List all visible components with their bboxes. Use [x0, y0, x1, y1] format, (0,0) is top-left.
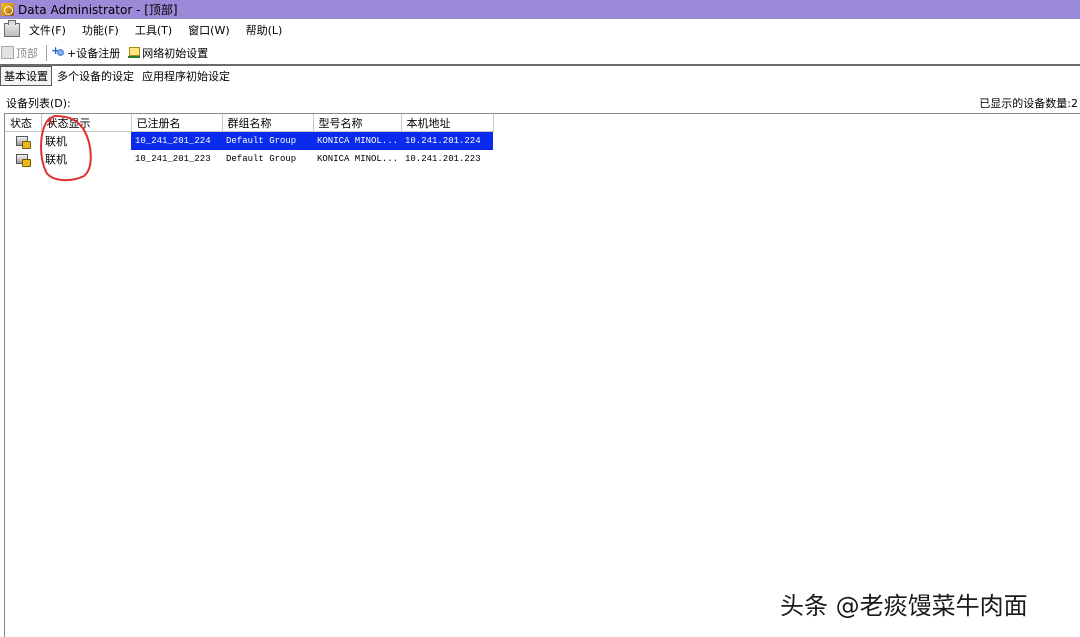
device-list-header: 设备列表(D): 已显示的设备数量:2	[0, 94, 1080, 112]
network-init-label: 网络初始设置	[142, 46, 209, 60]
network-icon	[128, 46, 141, 59]
status-display-cell: 联机	[45, 153, 67, 166]
tab-strip: 基本设置 多个设备的设定 应用程序初始设定	[0, 66, 1080, 86]
column-header-registered-name[interactable]: 已注册名	[131, 114, 223, 132]
registered-name-cell: 10_241_201_224	[131, 131, 222, 150]
model-name-cell: KONICA MINOL...	[317, 154, 399, 164]
top-button[interactable]: 顶部	[0, 45, 38, 61]
menu-function[interactable]: 功能(F)	[82, 22, 119, 38]
tab-multi-device-settings[interactable]: 多个设备的设定	[54, 67, 137, 85]
window-title: Data Administrator - [顶部]	[18, 3, 178, 17]
tab-basic-settings[interactable]: 基本设置	[0, 66, 52, 86]
menu-bar: 文件(F) 功能(F) 工具(T) 窗口(W) 帮助(L)	[0, 19, 1080, 41]
registered-name-cell: 10_241_201_223	[135, 154, 211, 164]
column-header-address[interactable]: 本机地址	[401, 114, 494, 132]
device-register-button[interactable]: +设备注册	[51, 44, 121, 61]
status-display-cell: 联机	[41, 131, 131, 150]
table-row[interactable]: 联机 10_241_201_224 Default Group KONICA M…	[5, 131, 493, 150]
model-name-cell: KONICA MINOL...	[313, 131, 401, 150]
device-online-icon	[15, 153, 31, 167]
status-cell	[5, 150, 41, 168]
column-header-status-display[interactable]: 状态显示	[41, 114, 132, 132]
device-online-icon	[15, 135, 31, 149]
watermark-text: 头条 @老痰馒菜牛肉面	[780, 592, 1028, 620]
top-icon	[1, 46, 14, 59]
menu-window[interactable]: 窗口(W)	[188, 22, 229, 38]
table-header-row: 状态 状态显示 已注册名 群组名称 型号名称 本机地址	[5, 114, 494, 132]
column-header-status[interactable]: 状态	[5, 114, 42, 132]
tab-app-initial-settings[interactable]: 应用程序初始设定	[139, 67, 233, 85]
top-button-label: 顶部	[16, 46, 38, 60]
group-name-cell: Default Group	[222, 131, 313, 150]
system-menu-icon[interactable]	[4, 20, 20, 37]
menu-file[interactable]: 文件(F)	[29, 22, 66, 38]
menu-tools[interactable]: 工具(T)	[135, 22, 172, 38]
device-list[interactable]: 状态 状态显示 已注册名 群组名称 型号名称 本机地址 联机 10_241_20…	[4, 113, 1080, 637]
address-cell: 10.241.201.223	[405, 154, 481, 164]
address-cell: 10.241.201.224	[401, 131, 493, 150]
status-cell	[5, 131, 41, 150]
device-list-label: 设备列表(D):	[6, 97, 71, 110]
app-icon	[1, 3, 14, 16]
toolbar-separator	[46, 44, 47, 61]
device-register-label: +设备注册	[67, 46, 121, 60]
toolbar: 顶部 +设备注册 网络初始设置	[0, 41, 1080, 66]
title-bar: Data Administrator - [顶部]	[0, 0, 1080, 19]
table-row[interactable]: 联机 10_241_201_223 Default Group KONICA M…	[5, 150, 493, 168]
group-name-cell: Default Group	[226, 154, 297, 164]
device-table: 状态 状态显示 已注册名 群组名称 型号名称 本机地址 联机 10_241_20…	[5, 114, 494, 168]
column-header-model-name[interactable]: 型号名称	[313, 114, 402, 132]
column-header-group-name[interactable]: 群组名称	[222, 114, 314, 132]
device-count: 已显示的设备数量:2	[979, 97, 1078, 110]
register-device-icon	[51, 44, 65, 58]
network-init-button[interactable]: 网络初始设置	[128, 45, 208, 61]
menu-help[interactable]: 帮助(L)	[246, 22, 283, 38]
